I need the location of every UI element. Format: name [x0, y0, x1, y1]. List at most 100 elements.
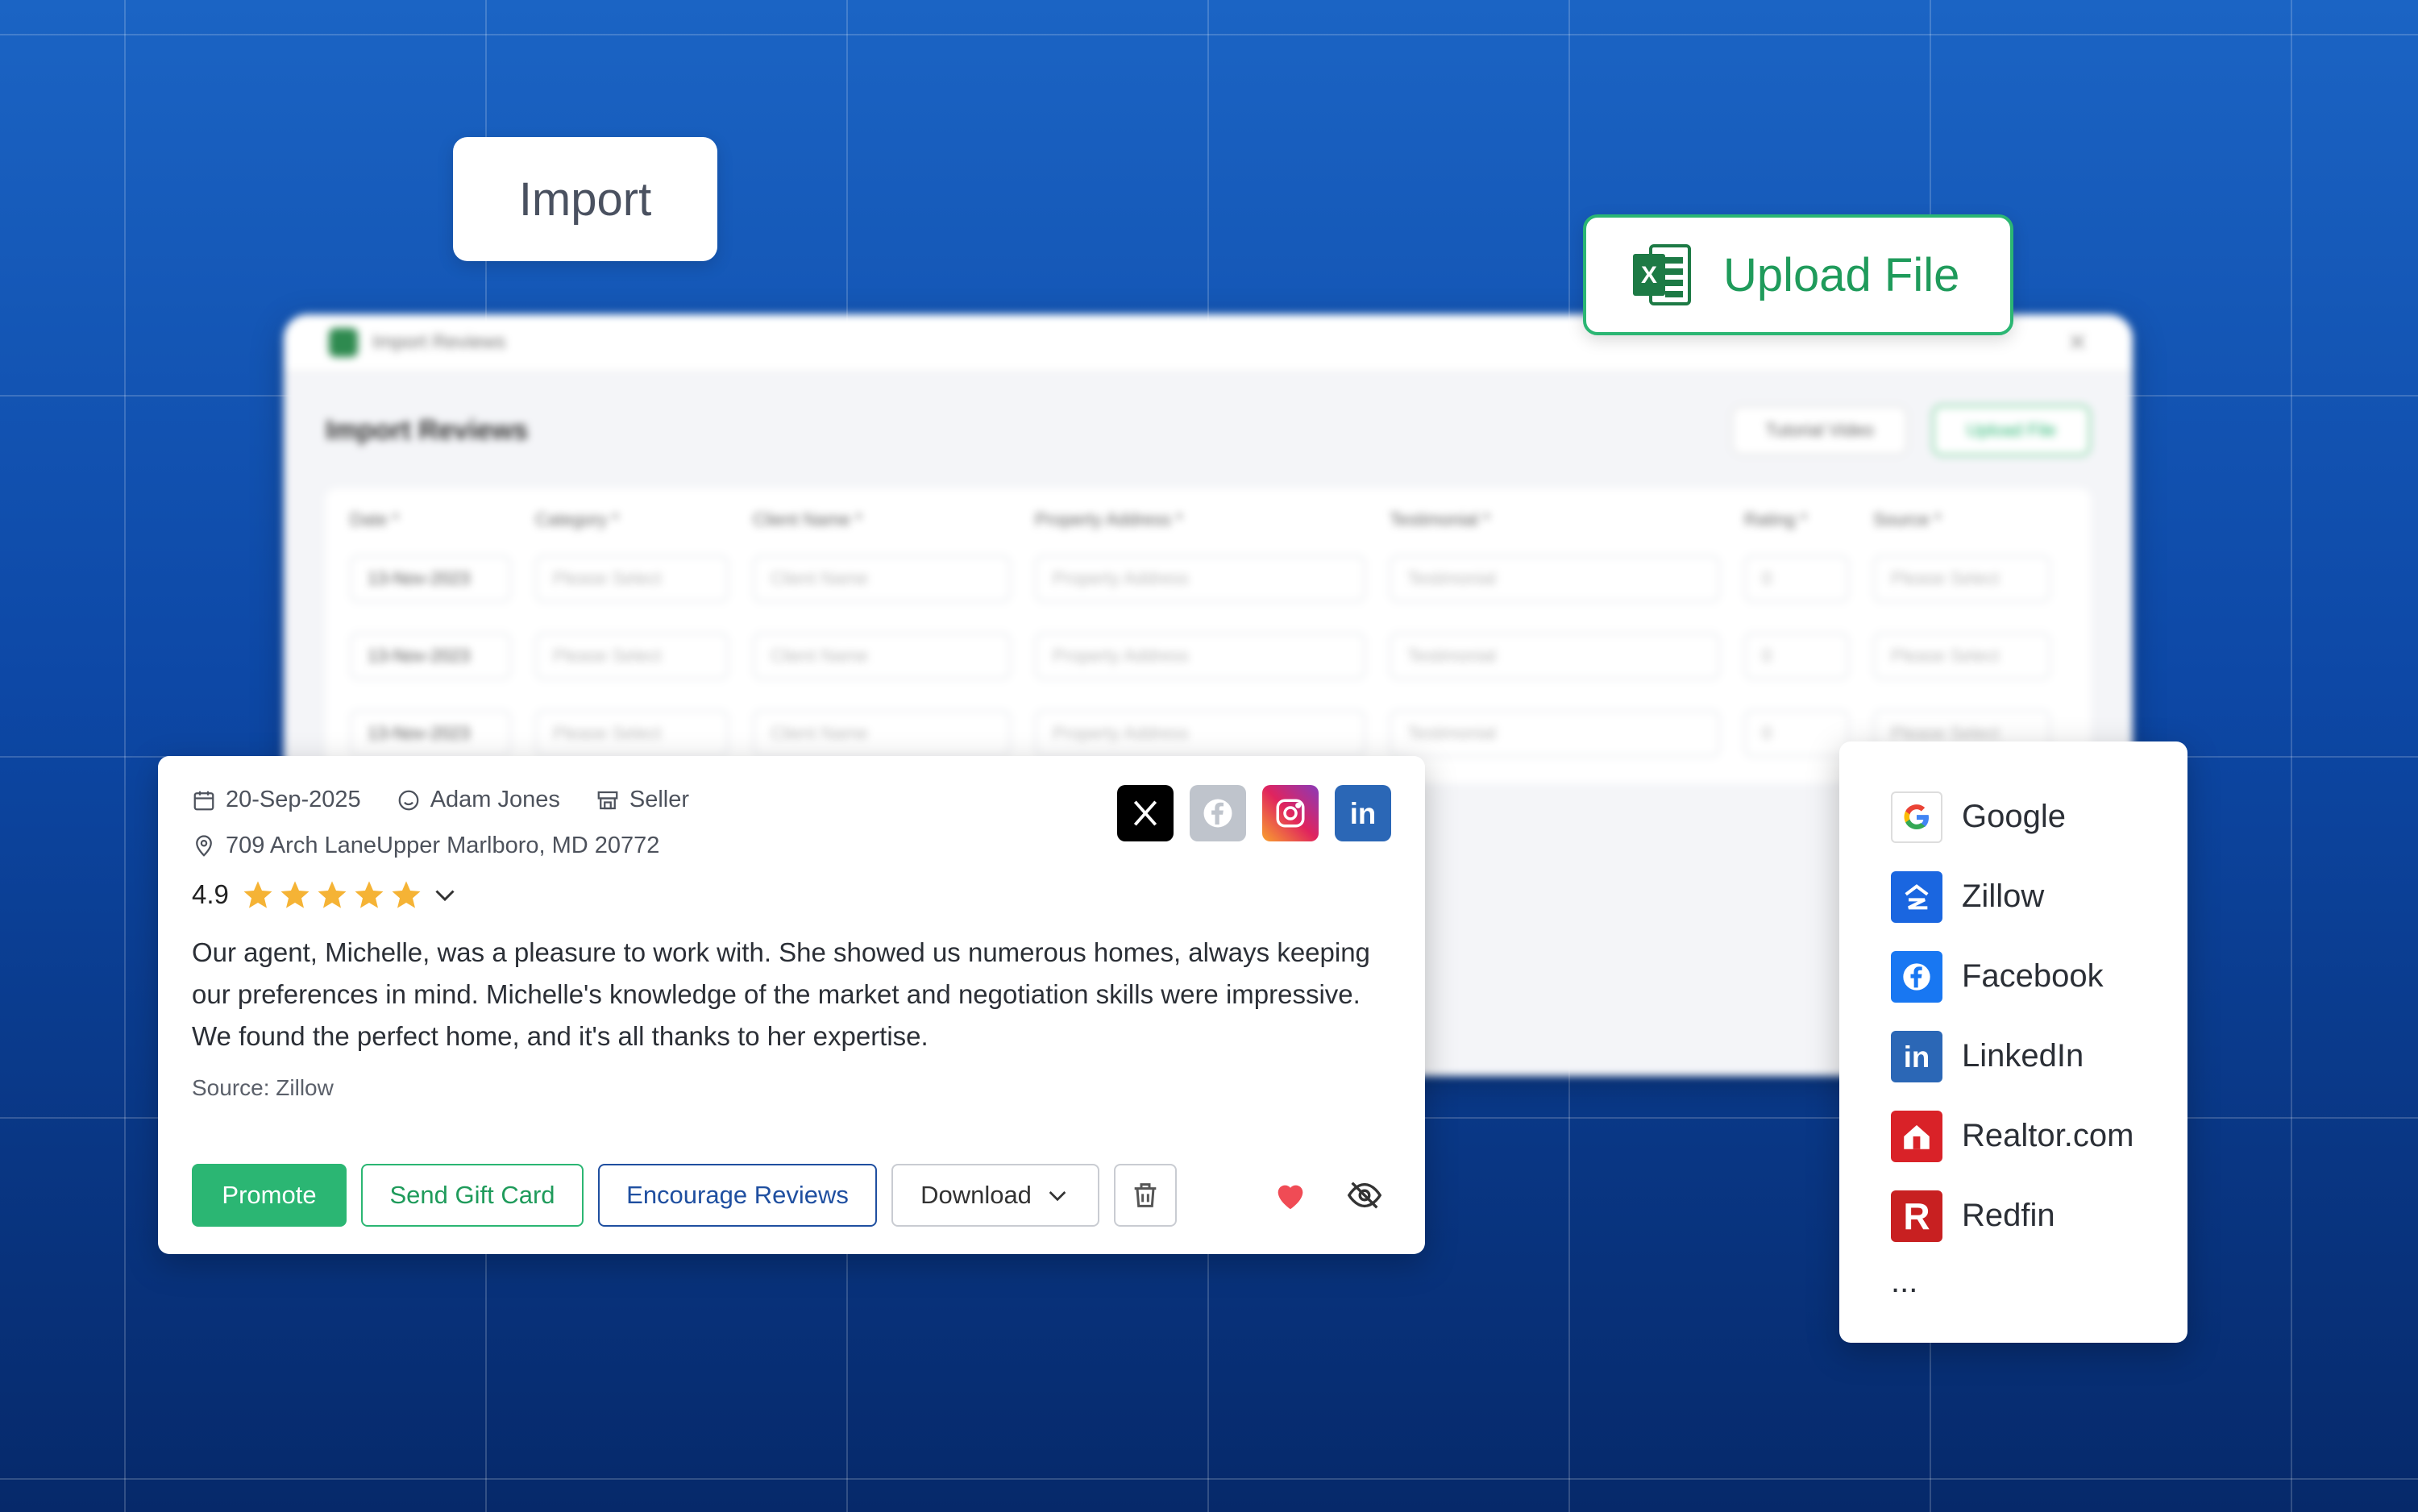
category-select[interactable]: Please Select: [535, 710, 729, 757]
source-label: Realtor.com: [1962, 1118, 2134, 1153]
more-sources[interactable]: ...: [1891, 1264, 2187, 1300]
table-row: 13-Nov-2023 Please Select Client Name Pr…: [350, 540, 2067, 617]
google-icon: [1891, 791, 1942, 843]
client-name-field[interactable]: Client Name: [753, 555, 1011, 602]
review-category: Seller: [596, 787, 689, 813]
svg-text:in: in: [1350, 797, 1377, 830]
source-select[interactable]: Please Select: [1873, 633, 2050, 679]
review-actions: Promote Send Gift Card Encourage Reviews…: [192, 1164, 1391, 1227]
smile-icon: [398, 790, 419, 810]
star-icon: [280, 881, 310, 908]
svg-text:in: in: [1904, 1040, 1930, 1073]
column-header: Testimonial *: [1390, 509, 1490, 530]
rating-field[interactable]: 0: [1744, 555, 1849, 602]
tutorial-video-button[interactable]: Tutorial Video: [1731, 405, 1908, 455]
testimonial-field[interactable]: Testimonial: [1390, 710, 1720, 757]
column-header: Category *: [535, 509, 619, 530]
source-select[interactable]: Please Select: [1873, 555, 2050, 602]
client-name: Adam Jones: [430, 787, 560, 812]
property-address-field[interactable]: Property Address: [1035, 555, 1365, 602]
review-source: Source: Zillow: [192, 1075, 334, 1100]
testimonial-field[interactable]: Testimonial: [1390, 633, 1720, 679]
facebook-icon: [1891, 950, 1942, 1003]
table-row: 13-Nov-2023 Please Select Client Name Pr…: [350, 617, 2067, 695]
linkedin-share-icon[interactable]: in: [1335, 785, 1391, 841]
upload-file-button[interactable]: X Upload File: [1583, 214, 2013, 335]
star-rating: [242, 879, 422, 911]
rating-value: 4.9: [192, 879, 229, 909]
store-icon: [597, 791, 618, 809]
delete-button[interactable]: [1114, 1164, 1177, 1227]
import-button[interactable]: Import: [453, 137, 717, 261]
modal-window-title: Import Reviews: [372, 331, 506, 353]
promote-button[interactable]: Promote: [192, 1164, 347, 1227]
download-button[interactable]: Download: [891, 1164, 1099, 1227]
property-address-field[interactable]: Property Address: [1035, 710, 1365, 757]
source-item-google[interactable]: Google: [1891, 777, 2187, 857]
source-label: LinkedIn: [1962, 1038, 2084, 1074]
modal-heading: Import Reviews: [326, 414, 529, 446]
rating-field[interactable]: 0: [1744, 633, 1849, 679]
excel-icon: X: [1633, 244, 1691, 305]
source-item-realtor[interactable]: Realtor.com: [1891, 1096, 2187, 1176]
source-label: Zillow: [1962, 879, 2045, 914]
social-share-group: in: [1117, 785, 1391, 841]
source-item-linkedin[interactable]: in LinkedIn: [1891, 1016, 2187, 1096]
upload-file-label: Upload File: [1723, 248, 1960, 301]
source-item-facebook[interactable]: Facebook: [1891, 937, 2187, 1016]
eye-off-icon[interactable]: [1346, 1177, 1383, 1214]
review-card: 20-Sep-2025 Adam Jones Seller 709 Arch L…: [158, 756, 1425, 1254]
source-label: Redfin: [1962, 1198, 2055, 1233]
category-select[interactable]: Please Select: [535, 633, 729, 679]
rating-field[interactable]: 0: [1744, 710, 1849, 757]
date-field[interactable]: 13-Nov-2023: [350, 710, 511, 757]
review-client: Adam Jones: [397, 787, 560, 813]
send-gift-card-button[interactable]: Send Gift Card: [361, 1164, 584, 1227]
address-text: 709 Arch LaneUpper Marlboro, MD 20772: [226, 833, 660, 858]
zillow-icon: [1891, 870, 1942, 923]
trash-icon: [1134, 1183, 1157, 1207]
client-name-field[interactable]: Client Name: [753, 710, 1011, 757]
column-header: Client Name *: [753, 509, 862, 530]
review-date: 20-Sep-2025: [192, 787, 361, 813]
location-pin-icon: [196, 834, 212, 857]
realtor-icon: [1891, 1110, 1942, 1162]
column-header: Rating *: [1744, 509, 1808, 530]
redfin-icon: R: [1891, 1190, 1942, 1242]
category-label: Seller: [629, 787, 690, 812]
review-date-text: 20-Sep-2025: [226, 787, 361, 812]
star-icon: [355, 881, 384, 908]
calendar-icon: [193, 791, 214, 810]
source-item-zillow[interactable]: Zillow: [1891, 857, 2187, 937]
column-header: Date *: [350, 509, 400, 530]
chevron-down-icon[interactable]: [430, 880, 459, 909]
table-header: Date * Category * Client Name * Property…: [350, 500, 2067, 540]
modal-upload-button[interactable]: Upload File: [1931, 405, 2091, 456]
encourage-reviews-button[interactable]: Encourage Reviews: [598, 1164, 877, 1227]
date-field[interactable]: 13-Nov-2023: [350, 633, 511, 679]
download-label: Download: [920, 1181, 1032, 1209]
star-icon: [392, 881, 421, 908]
source-label: Facebook: [1962, 958, 2104, 994]
star-icon: [318, 881, 347, 908]
review-text: Our agent, Michelle, was a pleasure to w…: [192, 937, 1370, 1051]
rating-row: 4.9: [192, 879, 1391, 911]
sources-list: Google Zillow Facebook in LinkedIn Realt…: [1839, 741, 2187, 1343]
category-select[interactable]: Please Select: [535, 555, 729, 602]
testimonial-field[interactable]: Testimonial: [1390, 555, 1720, 602]
instagram-share-icon[interactable]: [1262, 785, 1319, 841]
import-table: Date * Category * Client Name * Property…: [326, 488, 2091, 783]
column-header: Property Address *: [1035, 509, 1183, 530]
heart-icon[interactable]: [1272, 1177, 1309, 1214]
facebook-share-icon[interactable]: [1190, 785, 1246, 841]
column-header: Source *: [1873, 509, 1942, 530]
client-name-field[interactable]: Client Name: [753, 633, 1011, 679]
app-logo: [329, 328, 358, 357]
date-field[interactable]: 13-Nov-2023: [350, 555, 511, 602]
star-icon: [243, 881, 272, 908]
property-address-field[interactable]: Property Address: [1035, 633, 1365, 679]
source-item-redfin[interactable]: R Redfin: [1891, 1176, 2187, 1256]
x-share-icon[interactable]: [1117, 785, 1174, 841]
linkedin-icon: in: [1891, 1030, 1942, 1082]
close-icon[interactable]: ✕: [2067, 329, 2088, 357]
